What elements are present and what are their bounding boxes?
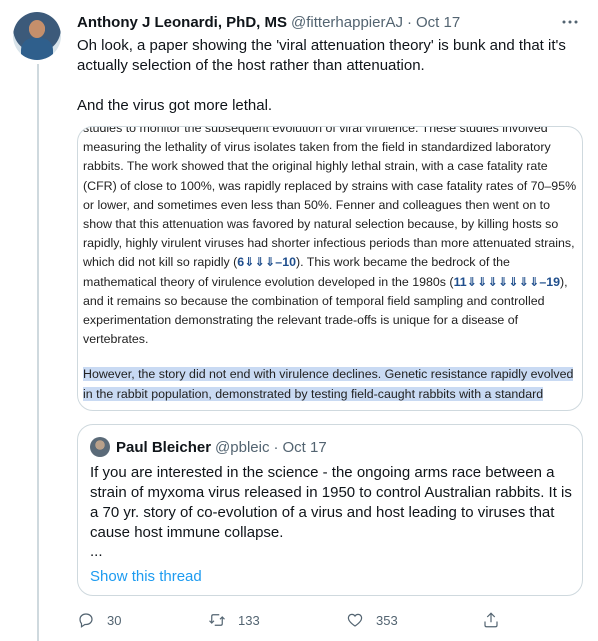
tweet-text-line-2: And the virus got more lethal. <box>77 97 273 114</box>
retweet-button[interactable]: 133 <box>208 608 260 632</box>
more-horizontal-icon[interactable] <box>560 12 580 32</box>
quote-author-handle: @pbleic <box>215 438 270 456</box>
citation-link: 6⇓⇓⇓–10 <box>237 255 296 270</box>
avatar-head <box>29 20 45 38</box>
tweet-header: Anthony J Leonardi, PhD, MS @fitterhappi… <box>77 12 460 32</box>
quote-author-name: Paul Bleicher <box>116 438 212 456</box>
paper-text-part-a: measuring the lethality of virus isolate… <box>83 140 577 270</box>
citation-link: 11⇓⇓⇓⇓⇓⇓⇓–19 <box>453 274 561 289</box>
tweet-text: Oh look, a paper showing the 'viral atte… <box>77 36 577 116</box>
quoted-tweet[interactable]: Paul Bleicher @pbleic · Oct 17 If you ar… <box>77 424 583 596</box>
tweet-date[interactable]: Oct 17 <box>416 14 460 31</box>
quote-author-avatar <box>90 437 110 457</box>
thread-connector-line <box>37 64 39 641</box>
quote-ellipsis: ... <box>90 543 103 560</box>
paper-cut-line: studies to monitor the subsequent evolut… <box>83 126 548 135</box>
tweet-actions: 30 133 353 <box>77 608 500 632</box>
header-separator: · <box>406 13 412 31</box>
reply-count: 30 <box>107 612 122 628</box>
author-name[interactable]: Anthony J Leonardi, PhD, MS <box>77 14 287 31</box>
retweet-count: 133 <box>238 612 260 628</box>
retweet-icon <box>209 614 225 626</box>
reply-icon <box>79 613 93 628</box>
show-thread-link[interactable]: Show this thread <box>90 568 202 585</box>
quote-separator: · <box>273 438 279 456</box>
quote-header: Paul Bleicher @pbleic · Oct 17 <box>116 437 327 457</box>
like-count: 353 <box>376 612 398 628</box>
paper-excerpt: studies to monitor the subsequent evolut… <box>83 126 578 404</box>
paper-paragraph-2: However, the story did not end with viru… <box>83 365 578 403</box>
paper-paragraph-1: measuring the lethality of virus isolate… <box>83 138 578 349</box>
share-button[interactable] <box>482 608 500 632</box>
quote-date: Oct 17 <box>282 438 327 456</box>
avatar-shirt <box>21 38 53 60</box>
like-button[interactable]: 353 <box>346 608 398 632</box>
author-avatar[interactable] <box>13 12 61 60</box>
share-icon <box>484 612 498 628</box>
heart-icon <box>347 613 363 627</box>
tweet-text-line-1: Oh look, a paper showing the 'viral atte… <box>77 37 566 74</box>
quote-text: If you are interested in the science - t… <box>90 464 572 541</box>
tweet-image[interactable]: studies to monitor the subsequent evolut… <box>77 126 583 411</box>
reply-button[interactable]: 30 <box>77 608 121 632</box>
author-handle[interactable]: @fitterhappierAJ <box>291 14 403 31</box>
highlighted-text: However, the story did not end with viru… <box>83 367 574 401</box>
more-dots-graphic <box>562 20 578 24</box>
